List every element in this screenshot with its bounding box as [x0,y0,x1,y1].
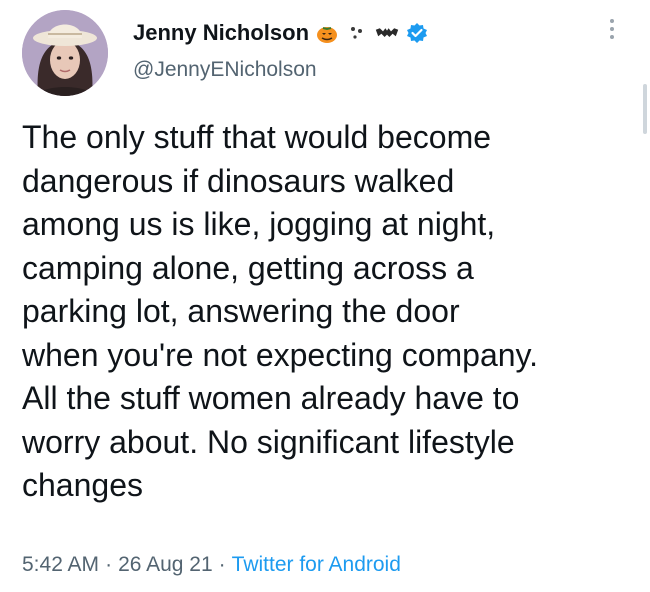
verified-badge-icon [405,21,429,45]
tweet-text: The only stuff that would become dangero… [22,116,632,508]
tweet-text-line: among us is like, jogging at night, [22,206,496,242]
more-dot [610,35,614,39]
tweet-text-line: The only stuff that would become [22,119,492,155]
author-handle[interactable]: @JennyENicholson [133,58,317,82]
tweet-text-line: worry about. No significant lifestyle [22,423,515,460]
more-dot [610,27,614,31]
tweet-source-link[interactable]: Twitter for Android [232,553,401,577]
tweet-metadata: 5:42 AM · 26 Aug 21 · Twitter for Androi… [22,553,401,577]
author-name-row: Jenny Nicholson [133,18,429,48]
tweet-time[interactable]: 5:42 AM [22,553,99,577]
tweet-card: Jenny Nicholson @JennyENicholson The onl… [0,0,650,592]
separator: · [218,553,226,576]
tweet-text-line: All the stuff women already have to [22,380,520,416]
bat-emoji [375,21,399,45]
avatar-image [22,10,108,96]
tweet-text-line: when you're not expecting company. [22,336,539,373]
more-dot [610,19,614,23]
avatar[interactable] [22,10,108,96]
author-display-name[interactable]: Jenny Nicholson [133,20,309,46]
tweet-text-line: dangerous if dinosaurs walked [22,162,455,199]
scrollbar[interactable] [643,84,647,134]
ghost-emoji [345,21,369,45]
pumpkin-emoji [315,21,339,45]
more-options-icon[interactable] [600,14,624,44]
tweet-text-line: parking lot, answering the door [22,293,460,329]
tweet-text-line: changes [22,467,143,503]
tweet-text-line: camping alone, getting across a [22,249,474,286]
tweet-date[interactable]: 26 Aug 21 [118,553,213,577]
separator: · [105,553,113,576]
